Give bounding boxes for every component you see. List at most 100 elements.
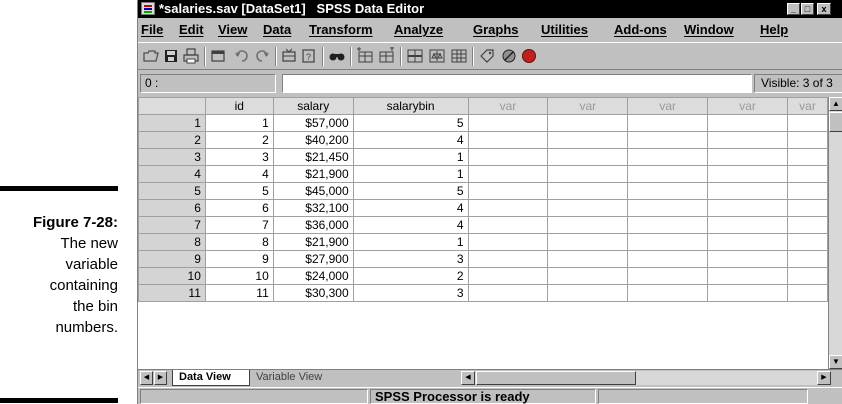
cell-empty[interactable]	[786, 131, 828, 149]
cell-empty[interactable]	[467, 216, 549, 234]
column-header-var[interactable]: var	[786, 97, 828, 115]
menu-transform[interactable]: Transform	[309, 19, 373, 41]
cell-empty[interactable]	[547, 267, 629, 285]
cell-empty[interactable]	[547, 148, 629, 166]
cell-empty[interactable]	[786, 148, 828, 166]
menu-file[interactable]: File	[141, 19, 163, 41]
cell-salary[interactable]: $57,000	[272, 114, 354, 132]
cell-empty[interactable]	[467, 148, 549, 166]
scroll-down-arrow-icon[interactable]: ▼	[829, 355, 842, 369]
cell-empty[interactable]	[786, 267, 828, 285]
cell-salarybin[interactable]: 4	[352, 131, 469, 149]
cell-id[interactable]: 7	[204, 216, 274, 234]
print-icon[interactable]	[182, 47, 200, 65]
redo-icon[interactable]	[253, 47, 271, 65]
undo-icon[interactable]	[233, 47, 251, 65]
cell-salary[interactable]: $24,000	[272, 267, 354, 285]
cell-empty[interactable]	[467, 250, 549, 268]
cell-empty[interactable]	[707, 267, 788, 285]
open-icon[interactable]	[142, 47, 160, 65]
cell-empty[interactable]	[547, 182, 629, 200]
variables-icon[interactable]: ?	[300, 47, 318, 65]
maximize-button[interactable]: □	[801, 3, 814, 15]
row-number[interactable]: 7	[138, 216, 206, 234]
cell-empty[interactable]	[707, 199, 788, 217]
show-all-icon[interactable]	[520, 47, 538, 65]
column-header-var[interactable]: var	[467, 97, 549, 115]
cell-salarybin[interactable]: 5	[352, 182, 469, 200]
cell-empty[interactable]	[707, 216, 788, 234]
grid-corner[interactable]	[138, 97, 206, 115]
scroll-up-arrow-icon[interactable]: ▲	[829, 97, 842, 111]
row-number[interactable]: 4	[138, 165, 206, 183]
cell-empty[interactable]	[547, 114, 629, 132]
cell-salarybin[interactable]: 1	[352, 165, 469, 183]
horizontal-scroll-thumb[interactable]	[476, 371, 636, 385]
row-number[interactable]: 9	[138, 250, 206, 268]
value-labels-icon[interactable]	[478, 47, 496, 65]
horizontal-scrollbar[interactable]: ◀ ▶	[461, 371, 831, 385]
cell-empty[interactable]	[786, 114, 828, 132]
cell-empty[interactable]	[627, 216, 709, 234]
cell-empty[interactable]	[707, 182, 788, 200]
row-number[interactable]: 8	[138, 233, 206, 251]
cell-salarybin[interactable]: 4	[352, 199, 469, 217]
row-number[interactable]: 11	[138, 284, 206, 302]
column-header-salary[interactable]: salary	[272, 97, 354, 115]
menu-window[interactable]: Window	[684, 19, 734, 41]
cell-empty[interactable]	[547, 165, 629, 183]
cell-empty[interactable]	[786, 199, 828, 217]
cell-salary[interactable]: $40,200	[272, 131, 354, 149]
column-header-var[interactable]: var	[707, 97, 788, 115]
column-header-id[interactable]: id	[204, 97, 274, 115]
cell-salarybin[interactable]: 4	[352, 216, 469, 234]
cell-empty[interactable]	[467, 284, 549, 302]
cell-salary[interactable]: $30,300	[272, 284, 354, 302]
split-file-icon[interactable]	[406, 47, 424, 65]
row-number[interactable]: 5	[138, 182, 206, 200]
menu-utilities[interactable]: Utilities	[541, 19, 588, 41]
cell-salary[interactable]: $27,900	[272, 250, 354, 268]
cell-empty[interactable]	[547, 284, 629, 302]
cell-empty[interactable]	[786, 165, 828, 183]
vertical-scroll-thumb[interactable]	[829, 112, 842, 132]
cell-empty[interactable]	[467, 182, 549, 200]
cell-id[interactable]: 8	[204, 233, 274, 251]
menu-help[interactable]: Help	[760, 19, 788, 41]
menu-data[interactable]: Data	[263, 19, 291, 41]
cell-id[interactable]: 2	[204, 131, 274, 149]
cell-empty[interactable]	[467, 233, 549, 251]
cell-empty[interactable]	[627, 233, 709, 251]
cell-empty[interactable]	[467, 165, 549, 183]
cell-salary[interactable]: $45,000	[272, 182, 354, 200]
column-header-var[interactable]: var	[547, 97, 629, 115]
cell-id[interactable]: 5	[204, 182, 274, 200]
save-icon[interactable]	[162, 47, 180, 65]
cell-salarybin[interactable]: 5	[352, 114, 469, 132]
cell-empty[interactable]	[707, 165, 788, 183]
cell-empty[interactable]	[627, 284, 709, 302]
cell-empty[interactable]	[467, 131, 549, 149]
cell-empty[interactable]	[627, 165, 709, 183]
cell-empty[interactable]	[786, 182, 828, 200]
menu-analyze[interactable]: Analyze	[394, 19, 443, 41]
cell-empty[interactable]	[786, 233, 828, 251]
cell-salarybin[interactable]: 3	[352, 284, 469, 302]
cell-empty[interactable]	[547, 131, 629, 149]
use-sets-icon[interactable]	[500, 47, 518, 65]
row-number[interactable]: 6	[138, 199, 206, 217]
scroll-right-arrow-icon[interactable]: ▶	[817, 371, 831, 385]
cell-empty[interactable]	[627, 267, 709, 285]
cell-empty[interactable]	[627, 114, 709, 132]
cell-empty[interactable]	[467, 267, 549, 285]
select-cases-icon[interactable]	[450, 47, 468, 65]
column-header-salarybin[interactable]: salarybin	[352, 97, 469, 115]
row-number[interactable]: 3	[138, 148, 206, 166]
tab-scroll-right-icon[interactable]: ▶	[154, 371, 167, 385]
cell-salary[interactable]: $32,100	[272, 199, 354, 217]
cell-empty[interactable]	[627, 199, 709, 217]
cell-empty[interactable]	[707, 114, 788, 132]
close-button[interactable]: x	[817, 3, 831, 15]
cell-id[interactable]: 6	[204, 199, 274, 217]
cell-empty[interactable]	[707, 284, 788, 302]
